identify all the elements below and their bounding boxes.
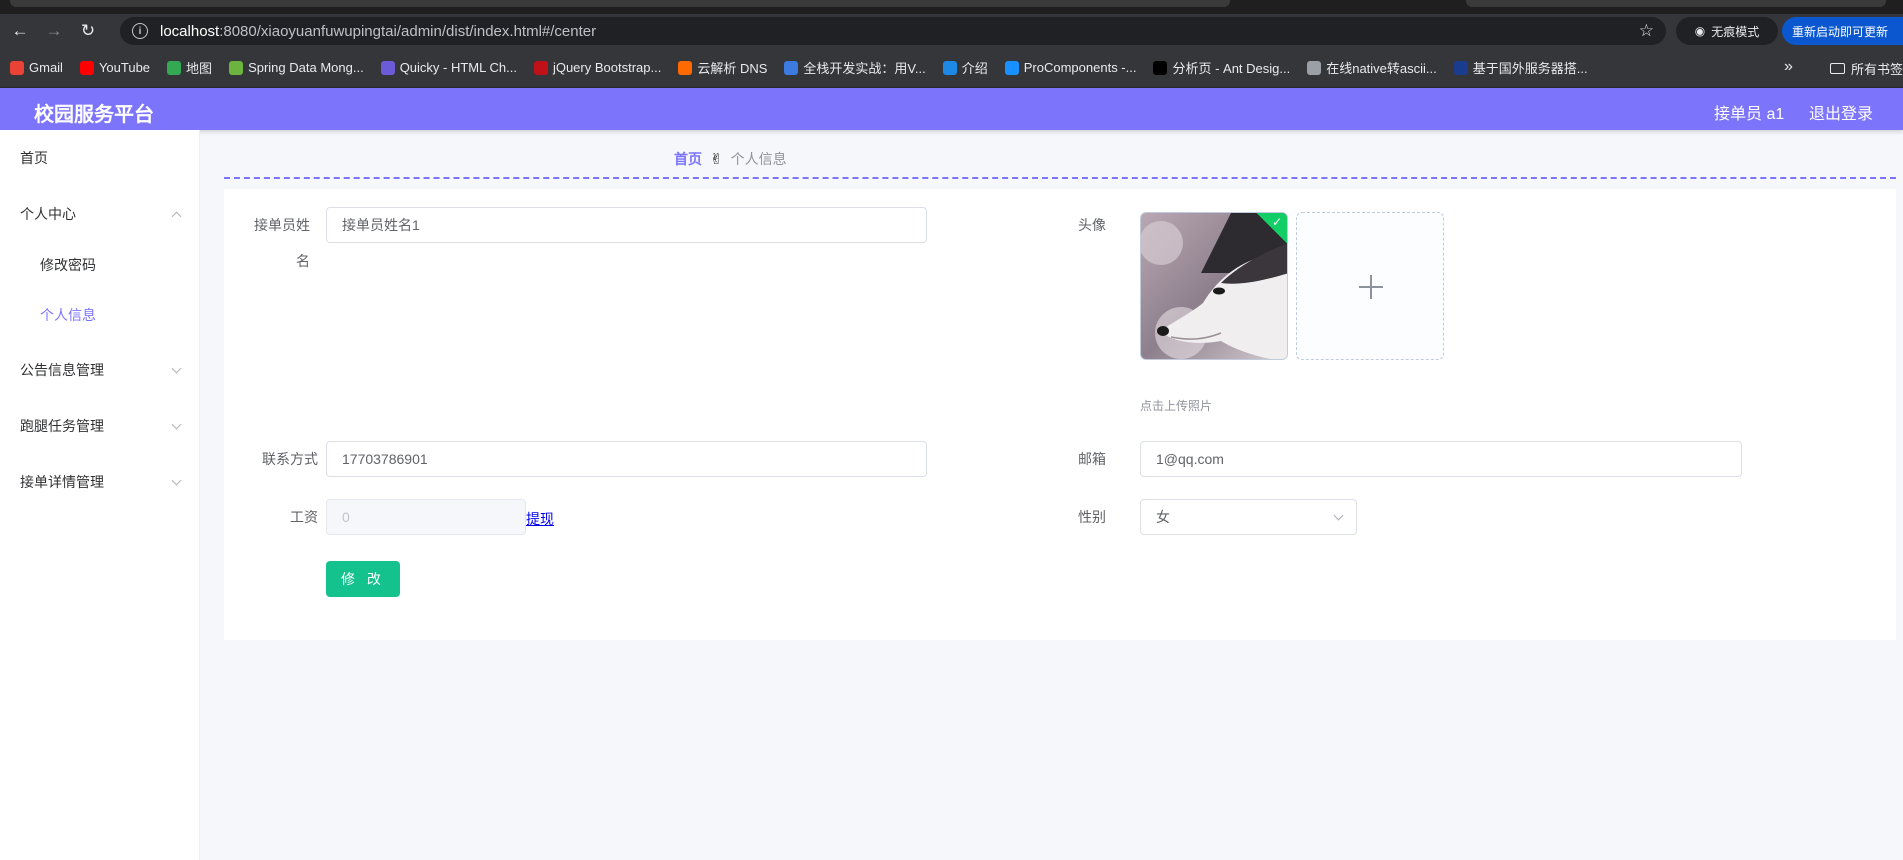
browser-tab[interactable] — [10, 0, 1230, 7]
avatar-label: 头像 — [1078, 217, 1106, 233]
bookmark-item[interactable]: Spring Data Mong... — [229, 60, 364, 75]
phone-label: 联系方式 — [262, 451, 318, 467]
youtube-icon — [79, 60, 94, 75]
email-input[interactable]: 1@qq.com — [1140, 441, 1742, 477]
profile-form: 接单员姓 名 接单员姓名1 头像 ✓ 点击上传照片 联系方式 177037869… — [224, 189, 1896, 640]
upload-button[interactable] — [1296, 212, 1444, 360]
bookmark-item[interactable]: 地图 — [167, 58, 212, 77]
withdraw-link[interactable]: 提现 — [526, 509, 554, 529]
breadcrumb-current: 个人信息 — [730, 151, 787, 167]
incognito-indicator[interactable]: ◉ 无痕模式 — [1676, 17, 1778, 45]
bookmark-item[interactable]: Gmail — [10, 60, 63, 75]
reload-icon[interactable]: ↻ — [74, 17, 102, 45]
current-user: 接单员 a1 — [1714, 106, 1785, 123]
salary-label: 工资 — [290, 509, 318, 525]
name-label: 接单员姓 名 — [254, 217, 310, 269]
incognito-icon: ◉ — [1694, 24, 1706, 38]
maps-icon — [167, 60, 182, 75]
aliyun-icon — [678, 60, 693, 75]
pro-icon — [1153, 60, 1168, 75]
site-info-icon[interactable]: i — [132, 23, 148, 39]
salary-input: 0 — [326, 499, 526, 535]
spring-icon — [229, 60, 244, 75]
main-content: 首页 ✌ 个人信息 接单员姓 名 接单员姓名1 头像 ✓ 点击上传照片 联系方式… — [200, 130, 1903, 860]
sidebar-item-order-details[interactable]: 接单详情管理 — [0, 454, 200, 510]
address-bar[interactable]: i localhost:8080/xiaoyuanfuwupingtai/adm… — [120, 17, 1666, 45]
bookmark-item[interactable]: 云解析 DNS — [678, 58, 767, 77]
browser-tab[interactable] — [1466, 0, 1886, 7]
browser-titlebar — [0, 0, 1903, 14]
forward-arrow-icon[interactable]: → — [40, 17, 68, 45]
logout-button[interactable]: 退出登录 — [1809, 100, 1873, 124]
bookmark-item[interactable]: ProComponents -... — [1004, 60, 1136, 75]
breadcrumb-home[interactable]: 首页 — [674, 149, 702, 169]
bookmarks-bar: Gmail YouTube 地图 Spring Data Mong... Quicky … — [0, 48, 1903, 88]
bookmark-item[interactable]: 基于国外服务器搭... — [1453, 58, 1588, 77]
bookmark-star-icon[interactable]: ☆ — [1639, 21, 1654, 41]
all-bookmarks-button[interactable]: 所有书签 — [1830, 59, 1903, 78]
chevron-down-icon — [1333, 510, 1344, 521]
back-arrow-icon[interactable]: ← — [6, 17, 34, 45]
phone-input[interactable]: 17703786901 — [326, 441, 927, 477]
app-header: 校园服务平台 接单员 a1 退出登录 — [0, 88, 1903, 130]
globe-blue-icon — [942, 60, 957, 75]
gender-label: 性别 — [1078, 509, 1106, 525]
hand-icon: ✌ — [710, 151, 723, 168]
browser-toolbar: ← → ↻ i localhost:8080/xiaoyuanfuwupingt… — [0, 14, 1903, 48]
m-icon — [784, 60, 799, 75]
sidebar-item-errand-tasks[interactable]: 跑腿任务管理 — [0, 398, 200, 454]
chevron-down-icon — [171, 475, 182, 486]
sidebar-item-profile[interactable]: 个人信息 — [0, 290, 200, 340]
quicky-icon — [380, 60, 395, 75]
chevron-down-icon — [171, 419, 182, 430]
avatar-image[interactable]: ✓ — [1140, 212, 1288, 360]
bookmark-item[interactable]: 全栈开发实战：用V... — [784, 58, 926, 77]
husky-photo — [1141, 213, 1287, 359]
update-button[interactable]: 重新启动即可更新 — [1782, 17, 1903, 45]
check-icon: ✓ — [1271, 215, 1282, 229]
url-text[interactable]: localhost:8080/xiaoyuanfuwupingtai/admin… — [160, 23, 596, 40]
more-bookmarks-icon[interactable]: » — [1784, 58, 1793, 76]
submit-button[interactable]: 修 改 — [326, 561, 400, 597]
breadcrumb: 首页 ✌ 个人信息 — [674, 149, 787, 169]
bookmark-item[interactable]: 分析页 - Ant Desig... — [1153, 58, 1290, 77]
globe-icon — [1307, 60, 1322, 75]
sidebar-item-change-password[interactable]: 修改密码 — [0, 240, 200, 290]
sidebar-item-home[interactable]: 首页 — [0, 130, 200, 186]
chevron-up-icon — [171, 211, 182, 222]
bookmark-item[interactable]: YouTube — [79, 60, 150, 75]
procomponents-icon — [1004, 60, 1019, 75]
folder-icon — [1830, 63, 1845, 74]
bookmark-item[interactable]: 介绍 — [942, 58, 988, 77]
app-title: 校园服务平台 — [34, 104, 154, 126]
sidebar: 首页 个人中心 修改密码 个人信息 公告信息管理 跑腿任务管理 接单详情管理 — [0, 130, 200, 860]
flag-icon — [1453, 60, 1468, 75]
name-input[interactable]: 接单员姓名1 — [326, 207, 927, 243]
sidebar-item-announcements[interactable]: 公告信息管理 — [0, 342, 200, 398]
plus-icon — [1370, 275, 1372, 299]
gmail-icon — [10, 60, 24, 75]
jquery-icon — [533, 60, 548, 75]
upload-tip: 点击上传照片 — [1140, 399, 1213, 413]
email-label: 邮箱 — [1078, 451, 1106, 467]
bookmark-item[interactable]: Quicky - HTML Ch... — [380, 60, 517, 75]
sidebar-item-personal-center[interactable]: 个人中心 — [0, 186, 200, 242]
gender-select[interactable]: 女 — [1140, 499, 1357, 535]
bookmark-item[interactable]: jQuery Bootstrap... — [533, 60, 661, 75]
chevron-down-icon — [171, 363, 182, 374]
divider — [224, 177, 1896, 179]
bookmark-item[interactable]: 在线native转ascii... — [1307, 58, 1437, 77]
